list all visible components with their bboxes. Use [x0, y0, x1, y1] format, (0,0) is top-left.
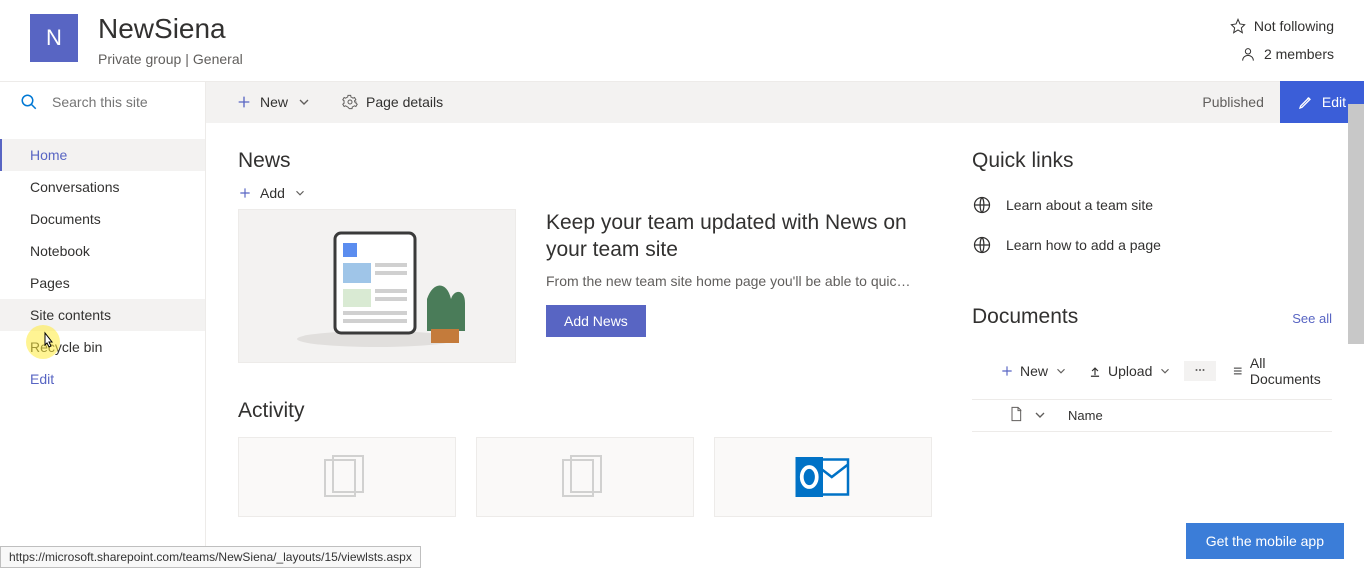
doc-upload-button[interactable]: Upload	[1080, 359, 1180, 383]
gear-icon	[342, 94, 358, 110]
search-icon	[20, 93, 38, 111]
person-icon	[1240, 46, 1256, 62]
col-name[interactable]: Name	[1068, 408, 1103, 423]
list-icon	[1232, 364, 1244, 378]
site-logo[interactable]: N	[30, 14, 78, 62]
nav-pages[interactable]: Pages	[0, 267, 205, 299]
plus-icon	[236, 94, 252, 110]
nav-edit[interactable]: Edit	[0, 363, 205, 395]
chevron-down-icon	[1158, 364, 1172, 378]
document-stack-icon	[315, 452, 379, 502]
browser-status-bar: https://microsoft.sharepoint.com/teams/N…	[0, 546, 421, 568]
search-input[interactable]	[52, 94, 192, 110]
star-icon	[1230, 18, 1246, 34]
quicklinks-title: Quick links	[972, 149, 1332, 173]
page-details-button[interactable]: Page details	[332, 88, 453, 116]
chevron-down-icon	[1032, 407, 1048, 423]
quicklink-item[interactable]: Learn about a team site	[972, 185, 1332, 225]
ellipsis-icon	[1192, 364, 1208, 376]
nav-notebook[interactable]: Notebook	[0, 235, 205, 267]
nav-home[interactable]: Home	[0, 139, 205, 171]
chevron-down-icon	[1054, 364, 1068, 378]
file-icon	[1008, 406, 1024, 422]
nav-conversations[interactable]: Conversations	[0, 171, 205, 203]
see-all-link[interactable]: See all	[1292, 311, 1332, 326]
doc-view-button[interactable]: All Documents	[1224, 351, 1332, 391]
site-subtitle: Private group|General	[98, 51, 1230, 67]
plus-icon	[1000, 364, 1014, 378]
news-body: From the new team site home page you'll …	[546, 273, 932, 289]
globe-icon	[972, 195, 992, 215]
news-add-button[interactable]: Add	[238, 185, 932, 201]
follow-button[interactable]: Not following	[1230, 18, 1334, 34]
scrollbar-thumb[interactable]	[1348, 104, 1364, 344]
activity-title: Activity	[238, 399, 932, 423]
nav-documents[interactable]: Documents	[0, 203, 205, 235]
members-button[interactable]: 2 members	[1240, 46, 1334, 62]
nav-site-contents[interactable]: Site contents	[0, 299, 205, 331]
news-heading: Keep your team updated with News on your…	[546, 209, 932, 264]
plus-icon	[238, 186, 252, 200]
activity-card[interactable]	[476, 437, 694, 517]
activity-card[interactable]	[238, 437, 456, 517]
news-placeholder-image	[238, 209, 516, 363]
left-navigation: Home Conversations Documents Notebook Pa…	[0, 123, 206, 559]
doc-new-button[interactable]: New	[992, 359, 1076, 383]
news-title: News	[238, 149, 932, 173]
pencil-icon	[1298, 94, 1314, 110]
activity-card-outlook[interactable]	[714, 437, 932, 517]
get-mobile-app-button[interactable]: Get the mobile app	[1186, 523, 1344, 559]
new-button[interactable]: New	[226, 88, 322, 116]
chevron-down-icon	[296, 94, 312, 110]
quicklink-item[interactable]: Learn how to add a page	[972, 225, 1332, 265]
documents-title: Documents	[972, 305, 1078, 329]
document-stack-icon	[553, 452, 617, 502]
doc-table-header: Name	[972, 399, 1332, 432]
nav-recycle-bin[interactable]: Recycle bin	[0, 331, 205, 363]
upload-icon	[1088, 364, 1102, 378]
add-news-button[interactable]: Add News	[546, 305, 646, 337]
site-title[interactable]: NewSiena	[98, 14, 1230, 45]
outlook-icon	[791, 452, 855, 502]
search-box[interactable]	[0, 82, 206, 123]
published-label: Published	[1186, 94, 1280, 110]
chevron-down-icon	[293, 186, 307, 200]
globe-icon	[972, 235, 992, 255]
doc-more-button[interactable]	[1184, 361, 1216, 381]
